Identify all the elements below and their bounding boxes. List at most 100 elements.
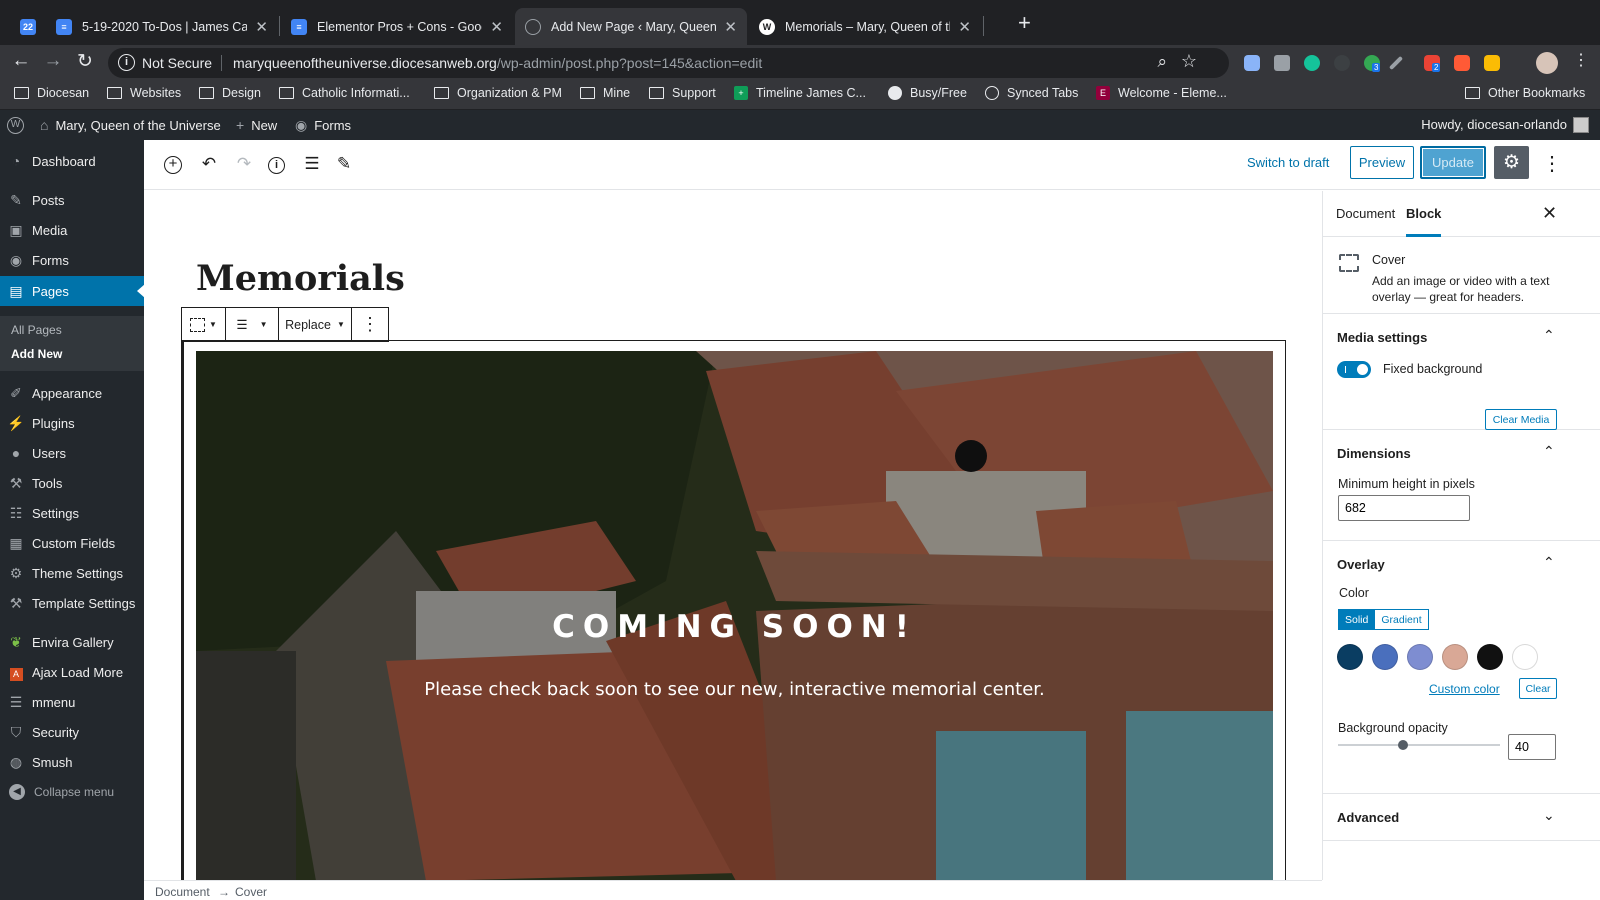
site-name-link[interactable]: ⌂ Mary, Queen of the Universe (40, 117, 221, 133)
close-icon[interactable]: ✕ (255, 18, 268, 36)
bookmark-folder[interactable]: Support (649, 86, 716, 100)
clear-media-button[interactable]: Clear Media (1485, 409, 1557, 430)
opacity-slider-track[interactable] (1338, 744, 1500, 746)
collapse-menu-button[interactable]: ◀ Collapse menu (0, 784, 144, 800)
color-swatch[interactable] (1477, 644, 1503, 670)
edit-mode-icon[interactable]: ✎ (332, 154, 356, 176)
color-swatch[interactable] (1372, 644, 1398, 670)
redo-icon[interactable]: ↷ (232, 154, 256, 176)
chevron-up-icon[interactable]: ⌃ (1543, 327, 1555, 344)
close-icon[interactable]: ✕ (1542, 203, 1557, 224)
submenu-all-pages[interactable]: All Pages (11, 323, 62, 337)
sidebar-item-security[interactable]: ⛉ Security (0, 717, 144, 747)
sidebar-item-dashboard[interactable]: ◔ Dashboard (0, 146, 144, 176)
block-navigation-icon[interactable]: ☰ (300, 154, 324, 176)
opacity-slider-handle[interactable] (1397, 740, 1408, 750)
cover-subheading[interactable]: Please check back soon to see our new, i… (196, 679, 1273, 700)
camera-extension-icon[interactable] (1274, 55, 1290, 71)
wordpress-logo[interactable]: W (7, 117, 24, 134)
todo-extension-icon[interactable]: 2 (1424, 55, 1441, 72)
other-bookmarks[interactable]: Other Bookmarks (1465, 86, 1585, 100)
sidebar-item-settings[interactable]: ☷ Settings (0, 498, 144, 528)
tab-memorials[interactable]: W Memorials – Mary, Queen of th ✕ (749, 8, 981, 45)
clear-color-button[interactable]: Clear (1519, 678, 1557, 699)
fixed-background-toggle[interactable] (1337, 361, 1371, 378)
sidebar-item-users[interactable]: ● Users (0, 438, 144, 468)
grammarly-icon[interactable] (1304, 55, 1320, 71)
undo-icon[interactable]: ↶ (197, 154, 221, 176)
bookmark-folder[interactable]: Catholic Informati... (279, 86, 410, 100)
info-icon[interactable]: i (118, 54, 135, 71)
sidebar-item-media[interactable]: ▣ Media (0, 215, 144, 245)
opacity-input[interactable] (1508, 734, 1556, 760)
update-button[interactable]: Update (1420, 146, 1486, 179)
tab-calendar[interactable]: 22 (12, 8, 46, 45)
chevron-up-icon[interactable]: ⌃ (1543, 443, 1555, 460)
replace-dropdown[interactable]: Replace ▼ (279, 308, 352, 341)
zoom-icon[interactable]: ⌕ (1157, 52, 1167, 72)
sidebar-item-envira-gallery[interactable]: ❦ Envira Gallery (0, 627, 144, 657)
panel-heading[interactable]: Media settings (1337, 330, 1427, 345)
back-button[interactable]: ← (8, 50, 34, 72)
url-text[interactable]: maryqueenoftheuniverse.diocesanweb.org/w… (233, 55, 762, 71)
new-tab-button[interactable]: + (1018, 10, 1031, 36)
settings-gear-icon[interactable]: ⚙ (1494, 146, 1529, 179)
bookmark-link[interactable]: Synced Tabs (985, 86, 1078, 100)
bookmark-folder[interactable]: Diocesan (14, 86, 89, 100)
switch-to-draft-button[interactable]: Switch to draft (1247, 155, 1329, 170)
extension-icon[interactable] (1334, 55, 1350, 71)
solid-button[interactable]: Solid (1338, 609, 1376, 630)
breadcrumb-document[interactable]: Document (155, 885, 210, 899)
browser-menu-icon[interactable]: ⋮ (1568, 50, 1594, 70)
profile-avatar[interactable] (1536, 52, 1558, 74)
pen-extension-icon[interactable] (1388, 55, 1404, 71)
color-swatch[interactable] (1337, 644, 1363, 670)
gradient-button[interactable]: Gradient (1375, 609, 1429, 630)
status-extension-icon[interactable]: 3 (1364, 55, 1381, 72)
align-dropdown[interactable]: ☰ ▼ (226, 308, 279, 341)
color-swatch[interactable] (1407, 644, 1433, 670)
tab-todos[interactable]: ≡ 5-19-2020 To-Dos | James Ca ✕ (46, 8, 278, 45)
sidebar-item-template-settings[interactable]: ⚒ Template Settings (0, 588, 144, 618)
forward-button[interactable]: → (40, 50, 66, 72)
sidebar-item-mmenu[interactable]: ☰ mmenu (0, 687, 144, 717)
sidebar-item-ajax-load-more[interactable]: A Ajax Load More (0, 657, 144, 687)
page-title[interactable]: Memorials (196, 258, 405, 299)
tab-elementor[interactable]: ≡ Elementor Pros + Cons - Goog ✕ (281, 8, 513, 45)
cover-block[interactable]: COMING SOON! Please check back soon to s… (196, 351, 1273, 880)
forms-link[interactable]: ◉ Forms (295, 117, 351, 134)
more-options-icon[interactable]: ⋮ (1542, 151, 1562, 176)
sidebar-item-plugins[interactable]: ⚡ Plugins (0, 408, 144, 438)
sidebar-item-theme-settings[interactable]: ⚙ Theme Settings (0, 558, 144, 588)
bookmark-link[interactable]: Busy/Free (888, 86, 967, 100)
sidebar-item-smush[interactable]: ◍ Smush (0, 747, 144, 777)
bookmark-folder[interactable]: Mine (580, 86, 630, 100)
bookmark-link[interactable]: + Timeline James C... (734, 86, 866, 100)
close-icon[interactable]: ✕ (958, 18, 971, 36)
tab-document[interactable]: Document (1336, 206, 1395, 221)
panel-heading[interactable]: Overlay (1337, 557, 1385, 572)
chevron-up-icon[interactable]: ⌃ (1543, 554, 1555, 571)
reload-button[interactable]: ↻ (72, 50, 98, 73)
tab-block[interactable]: Block (1406, 206, 1442, 237)
preview-button[interactable]: Preview (1350, 146, 1414, 179)
tab-add-new-page[interactable]: Add New Page ‹ Mary, Queen c ✕ (515, 8, 747, 45)
bookmark-folder[interactable]: Design (199, 86, 261, 100)
block-more-options-icon[interactable]: ⋮ (352, 308, 388, 341)
chevron-down-icon[interactable]: ⌄ (1543, 807, 1555, 824)
min-height-input[interactable] (1338, 495, 1470, 521)
sidebar-item-pages[interactable]: ▤ Pages (0, 276, 145, 306)
extension-icon[interactable] (1484, 55, 1500, 71)
photos-extension-icon[interactable] (1244, 55, 1260, 71)
color-swatch[interactable] (1442, 644, 1468, 670)
sidebar-item-appearance[interactable]: ✐ Appearance (0, 378, 144, 408)
security-label[interactable]: Not Secure (142, 55, 212, 71)
color-swatch[interactable] (1512, 644, 1538, 670)
star-icon[interactable]: ☆ (1181, 51, 1197, 72)
bookmark-link[interactable]: E Welcome - Eleme... (1096, 86, 1227, 100)
howdy-user[interactable]: Howdy, diocesan-orlando (1421, 117, 1567, 132)
add-block-icon[interactable]: + (164, 156, 182, 174)
bookmark-folder[interactable]: Organization & PM (434, 86, 562, 100)
lastpass-extension-icon[interactable] (1454, 55, 1470, 71)
panel-heading[interactable]: Advanced (1337, 810, 1399, 825)
